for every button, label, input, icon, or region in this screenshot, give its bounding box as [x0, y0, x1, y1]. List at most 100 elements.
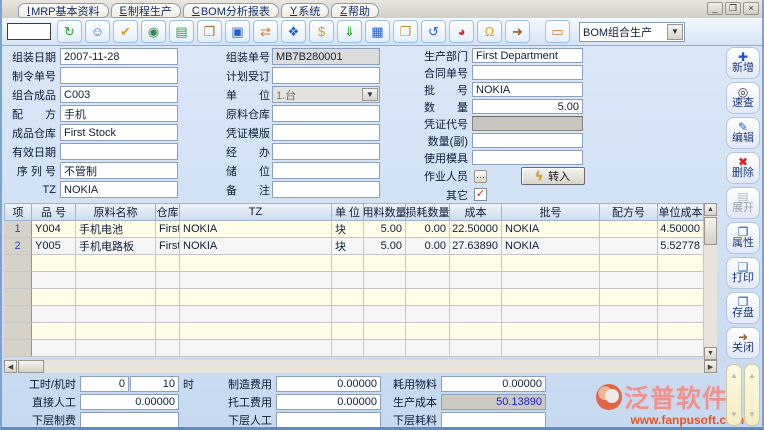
table-cell[interactable] — [32, 340, 76, 357]
table-row[interactable] — [4, 323, 704, 340]
globe-button[interactable]: ◉ — [141, 20, 166, 43]
column-header[interactable]: 用料数量 — [364, 203, 406, 221]
scroll-up-icon[interactable]: ▲ — [704, 203, 717, 216]
module-combo[interactable]: BOM组合生产 ▼ — [579, 22, 685, 42]
assembly-date-field[interactable]: 2007-11-28 — [60, 48, 178, 65]
table-cell[interactable] — [32, 289, 76, 306]
table-cell[interactable] — [364, 306, 406, 323]
table-row[interactable] — [4, 255, 704, 272]
table-cell[interactable] — [658, 255, 704, 272]
scroll-right-icon[interactable]: ▶ — [704, 360, 717, 373]
record-nav-next-button[interactable]: ▲ ▼ — [744, 364, 760, 426]
report-globe-button[interactable]: ❖ — [281, 20, 306, 43]
table-cell[interactable] — [156, 272, 180, 289]
calculator-button[interactable]: ▦ — [365, 20, 390, 43]
table-cell[interactable] — [502, 323, 600, 340]
chevron-down-icon[interactable]: ▼ — [667, 24, 683, 40]
table-cell[interactable]: 手机电路板 — [76, 238, 156, 255]
outsourcing-field[interactable]: 0.00000 — [276, 394, 381, 410]
table-cell[interactable]: 块 — [332, 221, 364, 238]
menu-tab-system[interactable]: Y 系统 — [281, 3, 329, 18]
table-cell[interactable] — [32, 272, 76, 289]
table-row[interactable] — [4, 340, 704, 357]
batch-no-field[interactable]: NOKIA — [472, 82, 583, 97]
action-打印-button[interactable]: ❑打印 — [726, 257, 760, 289]
table-cell[interactable] — [450, 323, 502, 340]
table-cell[interactable] — [332, 306, 364, 323]
material-warehouse-field[interactable] — [272, 105, 380, 122]
vertical-scroll-thumb[interactable] — [704, 217, 717, 245]
id-card-button[interactable]: ▤ — [169, 20, 194, 43]
action-速查-button[interactable]: ◎速查 — [726, 82, 760, 114]
menu-tab-process-production[interactable]: E 制程生产 — [111, 3, 181, 18]
table-cell[interactable]: 0.00 — [406, 238, 450, 255]
operator-picker-button[interactable]: … — [474, 170, 487, 183]
table-cell[interactable] — [658, 323, 704, 340]
finished-warehouse-field[interactable]: First Stock — [60, 124, 178, 141]
table-cell[interactable] — [32, 306, 76, 323]
action-新增-button[interactable]: ✚新增 — [726, 47, 760, 79]
table-cell[interactable] — [156, 255, 180, 272]
column-header[interactable]: 项 — [4, 203, 32, 221]
table-cell[interactable] — [156, 306, 180, 323]
voucher-template-field[interactable] — [272, 124, 380, 141]
table-cell[interactable]: 5.00 — [364, 221, 406, 238]
table-cell[interactable] — [180, 289, 332, 306]
table-row[interactable]: 1Y004手机电池FirstNOKIA块5.000.0022.50000NOKI… — [4, 221, 704, 238]
row-number-cell[interactable] — [4, 289, 32, 306]
grid-vertical-scrollbar[interactable]: ▲ ▼ — [704, 203, 717, 360]
table-cell[interactable]: 27.63890 — [450, 238, 502, 255]
import-button[interactable]: ⇓ — [337, 20, 362, 43]
table-cell[interactable] — [600, 238, 658, 255]
material-consumed-field[interactable]: 0.00000 — [441, 376, 546, 392]
table-cell[interactable] — [32, 255, 76, 272]
table-row[interactable] — [4, 306, 704, 323]
table-cell[interactable] — [76, 255, 156, 272]
table-cell[interactable] — [502, 306, 600, 323]
formula-field[interactable]: 手机 — [60, 105, 178, 122]
work-order-no-field[interactable] — [60, 67, 178, 84]
restore-button[interactable]: ❐ — [725, 2, 741, 15]
table-cell[interactable]: 0.00 — [406, 221, 450, 238]
column-header[interactable]: 原料名称 — [76, 203, 156, 221]
table-cell[interactable] — [364, 272, 406, 289]
table-cell[interactable] — [406, 272, 450, 289]
table-cell[interactable] — [450, 306, 502, 323]
quantity-secondary-field[interactable] — [472, 133, 583, 148]
table-cell[interactable] — [450, 272, 502, 289]
mold-field[interactable] — [472, 150, 583, 165]
table-cell[interactable] — [332, 255, 364, 272]
table-cell[interactable] — [658, 306, 704, 323]
other-checkbox[interactable]: ✓ — [474, 188, 487, 201]
column-header[interactable]: 仓库 — [156, 203, 180, 221]
table-cell[interactable] — [180, 340, 332, 357]
table-cell[interactable] — [156, 323, 180, 340]
production-dept-field[interactable]: First Department — [472, 48, 583, 63]
serial-control-field[interactable]: 不管制 — [60, 162, 178, 179]
table-cell[interactable]: NOKIA — [502, 221, 600, 238]
scroll-down-icon[interactable]: ▼ — [704, 347, 717, 360]
table-cell[interactable]: 5.00 — [364, 238, 406, 255]
table-cell[interactable] — [76, 323, 156, 340]
storage-bin-field[interactable] — [272, 162, 380, 179]
table-cell[interactable] — [156, 289, 180, 306]
column-header[interactable]: 损耗数量 — [406, 203, 450, 221]
menu-tab-help[interactable]: Z 帮助 — [331, 3, 379, 18]
transfer-button[interactable]: ϟ 转入 — [521, 167, 585, 185]
column-header[interactable]: 批号 — [502, 203, 600, 221]
column-header[interactable]: TZ — [180, 203, 332, 221]
lower-material-field[interactable] — [441, 412, 546, 428]
table-cell[interactable] — [76, 289, 156, 306]
table-cell[interactable] — [332, 340, 364, 357]
row-number-cell[interactable] — [4, 340, 32, 357]
table-cell[interactable] — [450, 289, 502, 306]
direct-labor-field[interactable]: 0.00000 — [80, 394, 179, 410]
table-cell[interactable] — [364, 340, 406, 357]
mfg-cost-field[interactable]: 0.00000 — [276, 376, 381, 392]
action-存盘-button[interactable]: ❒存盘 — [726, 292, 760, 324]
table-cell[interactable] — [180, 323, 332, 340]
row-number-cell[interactable] — [4, 323, 32, 340]
table-cell[interactable]: NOKIA — [180, 221, 332, 238]
table-cell[interactable] — [600, 272, 658, 289]
table-cell[interactable]: NOKIA — [502, 238, 600, 255]
